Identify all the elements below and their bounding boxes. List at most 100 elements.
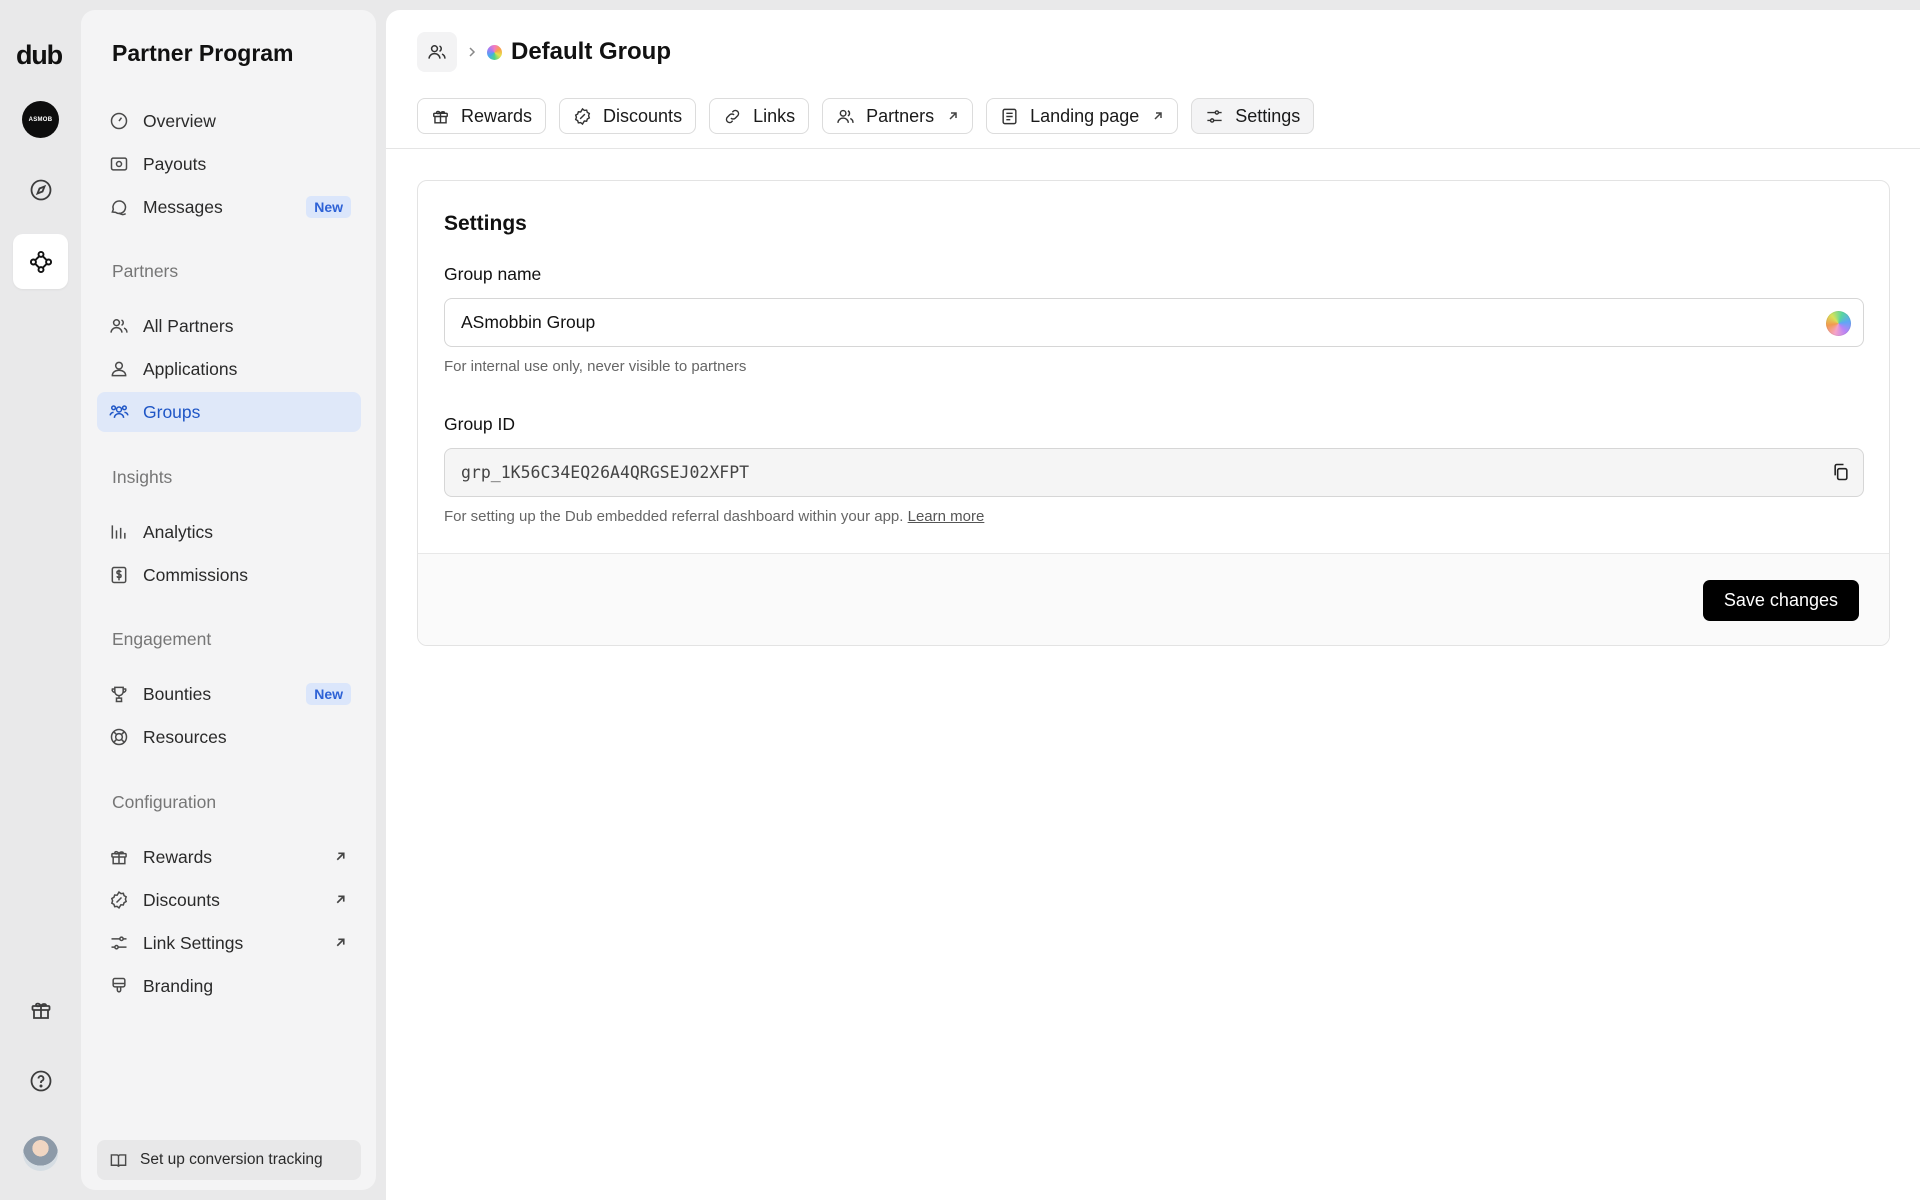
group-id-help: For setting up the Dub embedded referral… xyxy=(444,508,984,525)
groups-breadcrumb-button[interactable] xyxy=(417,32,457,72)
sidebar-title: Partner Program xyxy=(112,40,294,66)
external-link-icon xyxy=(334,850,347,863)
new-badge: New xyxy=(306,196,351,218)
learn-more-link[interactable]: Learn more xyxy=(908,508,985,525)
sidebar-item-link-settings[interactable]: Link Settings xyxy=(97,923,361,963)
gauge-icon xyxy=(109,111,129,131)
money-icon xyxy=(109,154,129,174)
sidebar: Partner Program Overview Payouts Message… xyxy=(81,10,376,1190)
workspace-avatar[interactable]: ASMOB xyxy=(22,101,59,138)
sidebar-item-label: Payouts xyxy=(143,153,207,174)
lifebuoy-icon xyxy=(109,727,129,747)
tab-label: Partners xyxy=(866,105,935,126)
sidebar-item-rewards[interactable]: Rewards xyxy=(97,837,361,877)
sidebar-item-resources[interactable]: Resources xyxy=(97,717,361,757)
new-badge: New xyxy=(306,683,351,705)
card-footer: Save changes xyxy=(418,553,1889,645)
color-picker-button[interactable] xyxy=(1826,311,1851,336)
tab-discounts[interactable]: Discounts xyxy=(559,98,697,134)
sidebar-item-label: Rewards xyxy=(143,846,213,867)
tab-label: Discounts xyxy=(603,105,683,126)
page-icon xyxy=(1000,107,1019,126)
tab-partners[interactable]: Partners xyxy=(822,98,974,134)
sidebar-item-payouts[interactable]: Payouts xyxy=(97,144,361,184)
section-insights: Insights xyxy=(112,467,173,487)
save-changes-button[interactable]: Save changes xyxy=(1702,580,1859,621)
partner-program-icon[interactable] xyxy=(13,234,68,289)
group-id-help-text: For setting up the Dub embedded referral… xyxy=(444,508,904,525)
sidebar-item-label: Branding xyxy=(143,975,214,996)
group-name-value: ASmobbin Group xyxy=(461,312,596,332)
sidebar-item-messages[interactable]: Messages New xyxy=(97,187,361,227)
gift-icon[interactable] xyxy=(13,982,68,1037)
sidebar-item-label: Resources xyxy=(143,726,227,747)
tab-label: Rewards xyxy=(461,105,533,126)
chat-icon xyxy=(109,197,129,217)
users-group-icon xyxy=(109,402,129,422)
sidebar-item-commissions[interactable]: Commissions xyxy=(97,555,361,595)
tab-label: Settings xyxy=(1235,105,1301,126)
tab-links[interactable]: Links xyxy=(709,98,810,134)
help-icon[interactable] xyxy=(13,1053,68,1108)
section-configuration: Configuration xyxy=(112,792,217,812)
sidebar-item-label: Overview xyxy=(143,110,216,131)
sidebar-item-label: Applications xyxy=(143,358,238,379)
group-id-field[interactable]: grp_1K56C34EQ26A4QRGSEJ02XFPT xyxy=(444,448,1864,497)
section-partners: Partners xyxy=(112,261,179,281)
sidebar-item-discounts[interactable]: Discounts xyxy=(97,880,361,920)
users-icon xyxy=(428,45,446,59)
group-color-dot xyxy=(487,44,502,60)
user-icon xyxy=(109,359,129,379)
external-link-icon xyxy=(334,936,347,949)
section-engagement: Engagement xyxy=(112,629,212,649)
gift-icon xyxy=(431,107,450,126)
copy-icon[interactable] xyxy=(1831,462,1851,482)
bar-chart-icon xyxy=(109,522,129,542)
sliders-icon xyxy=(109,933,129,953)
users-icon xyxy=(109,316,129,336)
sidebar-item-overview[interactable]: Overview xyxy=(97,101,361,141)
setup-conversion-tracking-label: Set up conversion tracking xyxy=(140,1151,323,1168)
settings-card: Settings Group name ASmobbin Group For i… xyxy=(417,180,1890,646)
sidebar-item-bounties[interactable]: Bounties New xyxy=(97,674,361,714)
tab-settings[interactable]: Settings xyxy=(1191,98,1315,134)
main-panel: Default Group Rewards Discounts Links Pa… xyxy=(386,10,1920,1200)
external-link-icon xyxy=(947,110,959,122)
settings-title: Settings xyxy=(444,212,527,235)
dollar-invoice-icon xyxy=(109,565,129,585)
tab-rewards[interactable]: Rewards xyxy=(417,98,547,134)
icon-rail: dub ASMOB xyxy=(0,0,81,1200)
setup-conversion-tracking-button[interactable]: Set up conversion tracking xyxy=(97,1140,361,1180)
sidebar-item-groups[interactable]: Groups xyxy=(97,392,361,432)
external-link-icon xyxy=(334,893,347,906)
sidebar-item-applications[interactable]: Applications xyxy=(97,349,361,389)
discount-icon xyxy=(573,107,592,126)
sidebar-item-branding[interactable]: Branding xyxy=(97,966,361,1006)
sliders-icon xyxy=(1205,107,1224,126)
chevron-right-icon xyxy=(467,46,477,58)
sidebar-item-label: Bounties xyxy=(143,683,212,704)
paintbrush-icon xyxy=(109,976,129,996)
compass-icon[interactable] xyxy=(13,162,68,217)
gift-icon xyxy=(109,847,129,867)
sidebar-item-label: Messages xyxy=(143,196,223,217)
discount-icon xyxy=(109,890,129,910)
group-name-help: For internal use only, never visible to … xyxy=(444,358,747,375)
link-icon xyxy=(723,107,742,126)
external-link-icon xyxy=(1152,110,1164,122)
sidebar-item-label: Analytics xyxy=(143,521,214,542)
book-icon xyxy=(109,1151,128,1170)
sidebar-item-analytics[interactable]: Analytics xyxy=(97,512,361,552)
trophy-icon xyxy=(109,684,129,704)
sidebar-item-label: Link Settings xyxy=(143,932,244,953)
page-title: Default Group xyxy=(511,38,671,65)
sidebar-item-label: Discounts xyxy=(143,889,220,910)
group-name-input[interactable]: ASmobbin Group xyxy=(444,298,1864,347)
sidebar-item-all-partners[interactable]: All Partners xyxy=(97,306,361,346)
sidebar-item-label: Groups xyxy=(143,401,201,422)
group-id-value: grp_1K56C34EQ26A4QRGSEJ02XFPT xyxy=(461,463,750,482)
sidebar-item-label: All Partners xyxy=(143,315,234,336)
dub-logo[interactable]: dub xyxy=(16,40,63,71)
user-avatar[interactable] xyxy=(23,1136,58,1171)
tab-landing-page[interactable]: Landing page xyxy=(986,98,1179,134)
